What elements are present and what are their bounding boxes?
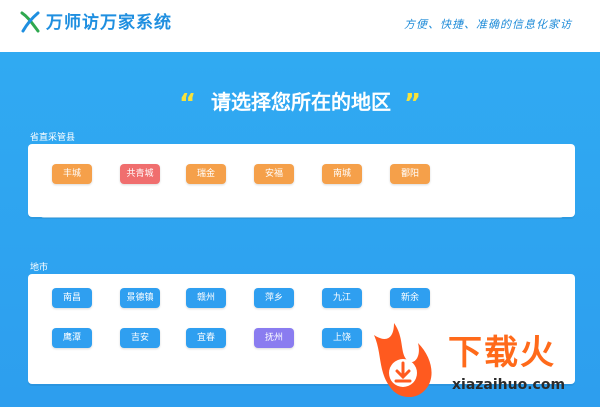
region-chip-fengcheng[interactable]: 丰城 [52,164,92,184]
region-chip-yingtan[interactable]: 鹰潭 [52,328,92,348]
region-chip-gongqingcheng[interactable]: 共青城 [120,164,160,184]
section-label-city: 地市 [30,263,49,273]
region-chip-jiujiang[interactable]: 九江 [322,288,362,308]
system-title: 万师访万家系统 [46,13,172,33]
region-chip-jingdezhen[interactable]: 景德镇 [120,288,160,308]
page-title: “ 请选择您所在的地区 ” [0,86,600,119]
region-chip-nanchang[interactable]: 南昌 [52,288,92,308]
region-chip-jian[interactable]: 吉安 [120,328,160,348]
region-chip-ganzhou[interactable]: 赣州 [186,288,226,308]
watermark-site: xiazaihuo.com [452,377,566,393]
region-chip-shangrao[interactable]: 上饶 [322,328,362,348]
section-label-province: 省直采管县 [30,133,76,143]
header-slogan: 方便、快捷、准确的信息化家访 [404,18,572,31]
region-chip-xinyu[interactable]: 新余 [390,288,430,308]
left-quote-mark: “ [178,88,197,119]
region-chip-yichun[interactable]: 宜春 [186,328,226,348]
right-quote-mark: ” [403,88,422,119]
page-title-text: 请选择您所在的地区 [211,90,391,114]
region-chip-anfu[interactable]: 安福 [254,164,294,184]
region-chip-poyang[interactable]: 鄱阳 [390,164,430,184]
top-header: 万师访万家系统 方便、快捷、准确的信息化家访 [0,0,600,52]
region-chip-ruijin[interactable]: 瑞金 [186,164,226,184]
flame-logo-icon [374,323,432,398]
system-logo-icon [20,11,40,33]
region-chip-pingxiang[interactable]: 萍乡 [254,288,294,308]
watermark-text: 下载火 [448,333,556,373]
region-chip-nancheng[interactable]: 南城 [322,164,362,184]
section-card-province: 丰城 共青城 瑞金 安福 南城 鄱阳 [28,144,575,217]
download-watermark: 下载火 xiazaihuo.com [360,313,600,407]
region-chip-fuzhou[interactable]: 抚州 [254,328,294,348]
